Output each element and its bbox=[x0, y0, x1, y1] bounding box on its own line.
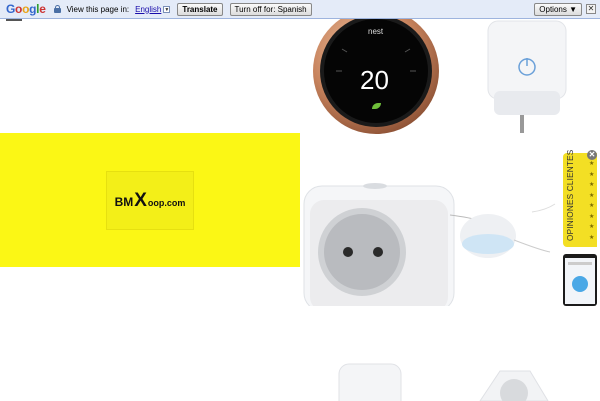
rating-stars: ★ ★ ★ ★ ★ ★ ★ ★ bbox=[589, 161, 595, 241]
language-select[interactable]: English bbox=[135, 5, 161, 14]
thermostat-temperature: 20 bbox=[360, 65, 389, 95]
customer-reviews-label: OPINIONES CLIENTES bbox=[566, 149, 575, 241]
smart-plug-kit-product-image[interactable] bbox=[300, 160, 563, 306]
thermostat-brand: nest bbox=[368, 27, 384, 36]
product-image-bottom-left[interactable] bbox=[335, 360, 405, 401]
chevron-down-icon[interactable]: ▼ bbox=[163, 5, 171, 13]
customer-reviews-tab[interactable]: OPINIONES CLIENTES ★ ★ ★ ★ ★ ★ ★ ★ bbox=[563, 149, 597, 247]
translate-button[interactable]: Translate bbox=[177, 2, 223, 16]
close-icon[interactable]: ✕ bbox=[586, 4, 596, 14]
phone-app-image[interactable] bbox=[563, 254, 597, 306]
product-image-bottom-right[interactable] bbox=[470, 365, 550, 401]
site-logo[interactable]: BM X oop.com bbox=[107, 172, 193, 229]
menu-tab-indicator bbox=[6, 19, 22, 21]
close-icon[interactable]: ✕ bbox=[587, 150, 597, 160]
turn-off-button[interactable]: Turn off for: Spanish bbox=[229, 2, 312, 16]
logo-part-x: X bbox=[134, 189, 147, 211]
logo-part-domain: oop.com bbox=[147, 197, 186, 208]
lock-icon bbox=[53, 5, 61, 13]
thermostat-product-image[interactable]: nest 20 bbox=[310, 19, 445, 134]
logo-part-bm: BM bbox=[114, 194, 134, 209]
view-page-label: View this page in: bbox=[66, 4, 130, 14]
options-button[interactable]: Options ▼ bbox=[534, 3, 582, 16]
google-logo: Google bbox=[6, 2, 46, 16]
page: Google View this page in: English ▼ Tran… bbox=[0, 0, 600, 401]
logo-banner[interactable]: BM X oop.com bbox=[0, 133, 300, 267]
google-translate-bar: Google View this page in: English ▼ Tran… bbox=[0, 0, 600, 19]
smart-plug-product-image[interactable] bbox=[480, 19, 575, 134]
